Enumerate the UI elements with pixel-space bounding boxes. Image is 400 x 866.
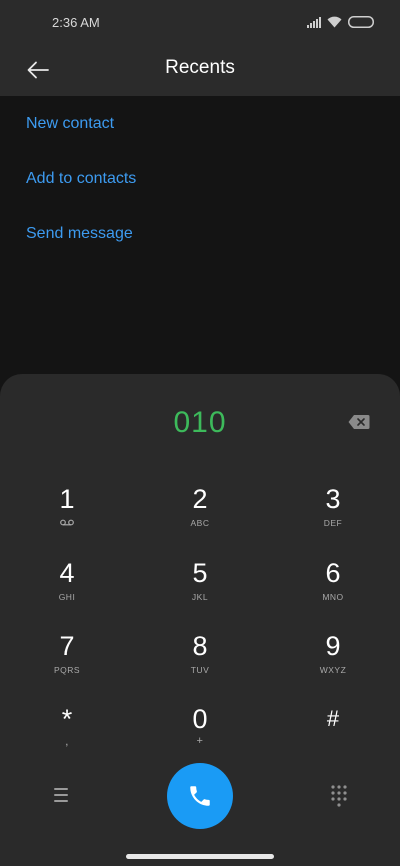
key-letters: MNO: [322, 592, 344, 602]
page-title: Recents: [165, 57, 235, 78]
status-bar: 2:36 AM: [0, 0, 400, 44]
key-letters: GHI: [58, 592, 76, 602]
voicemail-icon: [60, 519, 74, 526]
key-star[interactable]: * ,: [17, 704, 117, 764]
menu-icon: [54, 788, 68, 790]
key-digit: *: [61, 704, 73, 734]
signal-icon: [307, 16, 321, 28]
key-digit: 1: [59, 484, 75, 514]
key-7[interactable]: 7 PQRS: [17, 631, 117, 691]
call-button[interactable]: [167, 763, 233, 829]
add-to-contacts-link[interactable]: Add to contacts: [26, 170, 136, 188]
key-9[interactable]: 9 WXYZ: [283, 631, 383, 691]
wifi-icon: [327, 16, 342, 28]
key-digit: 5: [192, 558, 208, 588]
key-letters: ,: [65, 734, 69, 748]
key-digit: 8: [192, 631, 208, 661]
key-digit: 2: [192, 484, 208, 514]
key-letters: JKL: [191, 592, 209, 602]
key-1[interactable]: 1: [17, 484, 117, 544]
dialed-number: 010: [173, 406, 227, 439]
key-8[interactable]: 8 TUV: [150, 631, 250, 691]
key-0[interactable]: 0 +: [150, 704, 250, 764]
key-letters: PQRS: [53, 665, 81, 675]
status-icons: [307, 15, 374, 29]
key-digit: 3: [325, 484, 341, 514]
key-digit: #: [326, 706, 340, 731]
key-3[interactable]: 3 DEF: [283, 484, 383, 544]
backspace-icon: [348, 415, 370, 429]
key-5[interactable]: 5 JKL: [150, 558, 250, 618]
key-digit: 9: [325, 631, 341, 661]
app-header: Recents: [0, 44, 400, 96]
key-letters: ABC: [190, 518, 210, 528]
key-letters: TUV: [190, 665, 210, 675]
battery-icon: [348, 16, 374, 28]
dialpad-icon: [331, 785, 347, 807]
dialer-panel: 010 1 2 ABC 3 DEF 4 GHI 5 JKL 6 MNO 7 PQ…: [0, 374, 400, 866]
key-hash[interactable]: #: [283, 704, 383, 764]
key-4[interactable]: 4 GHI: [17, 558, 117, 618]
key-digit: 6: [325, 558, 341, 588]
key-letters: WXYZ: [319, 665, 347, 675]
key-6[interactable]: 6 MNO: [283, 558, 383, 618]
send-message-link[interactable]: Send message: [26, 225, 133, 243]
new-contact-link[interactable]: New contact: [26, 115, 114, 133]
dialpad-toggle-button[interactable]: [327, 784, 351, 808]
status-time: 2:36 AM: [52, 15, 100, 30]
home-indicator[interactable]: [126, 854, 274, 859]
key-digit: 0: [192, 704, 208, 734]
phone-icon: [190, 786, 210, 806]
key-digit: 4: [59, 558, 75, 588]
key-letters: +: [196, 735, 204, 747]
key-letters: DEF: [323, 518, 343, 528]
backspace-button[interactable]: [348, 414, 370, 430]
key-2[interactable]: 2 ABC: [150, 484, 250, 544]
key-digit: 7: [59, 631, 75, 661]
menu-button[interactable]: [48, 782, 74, 808]
